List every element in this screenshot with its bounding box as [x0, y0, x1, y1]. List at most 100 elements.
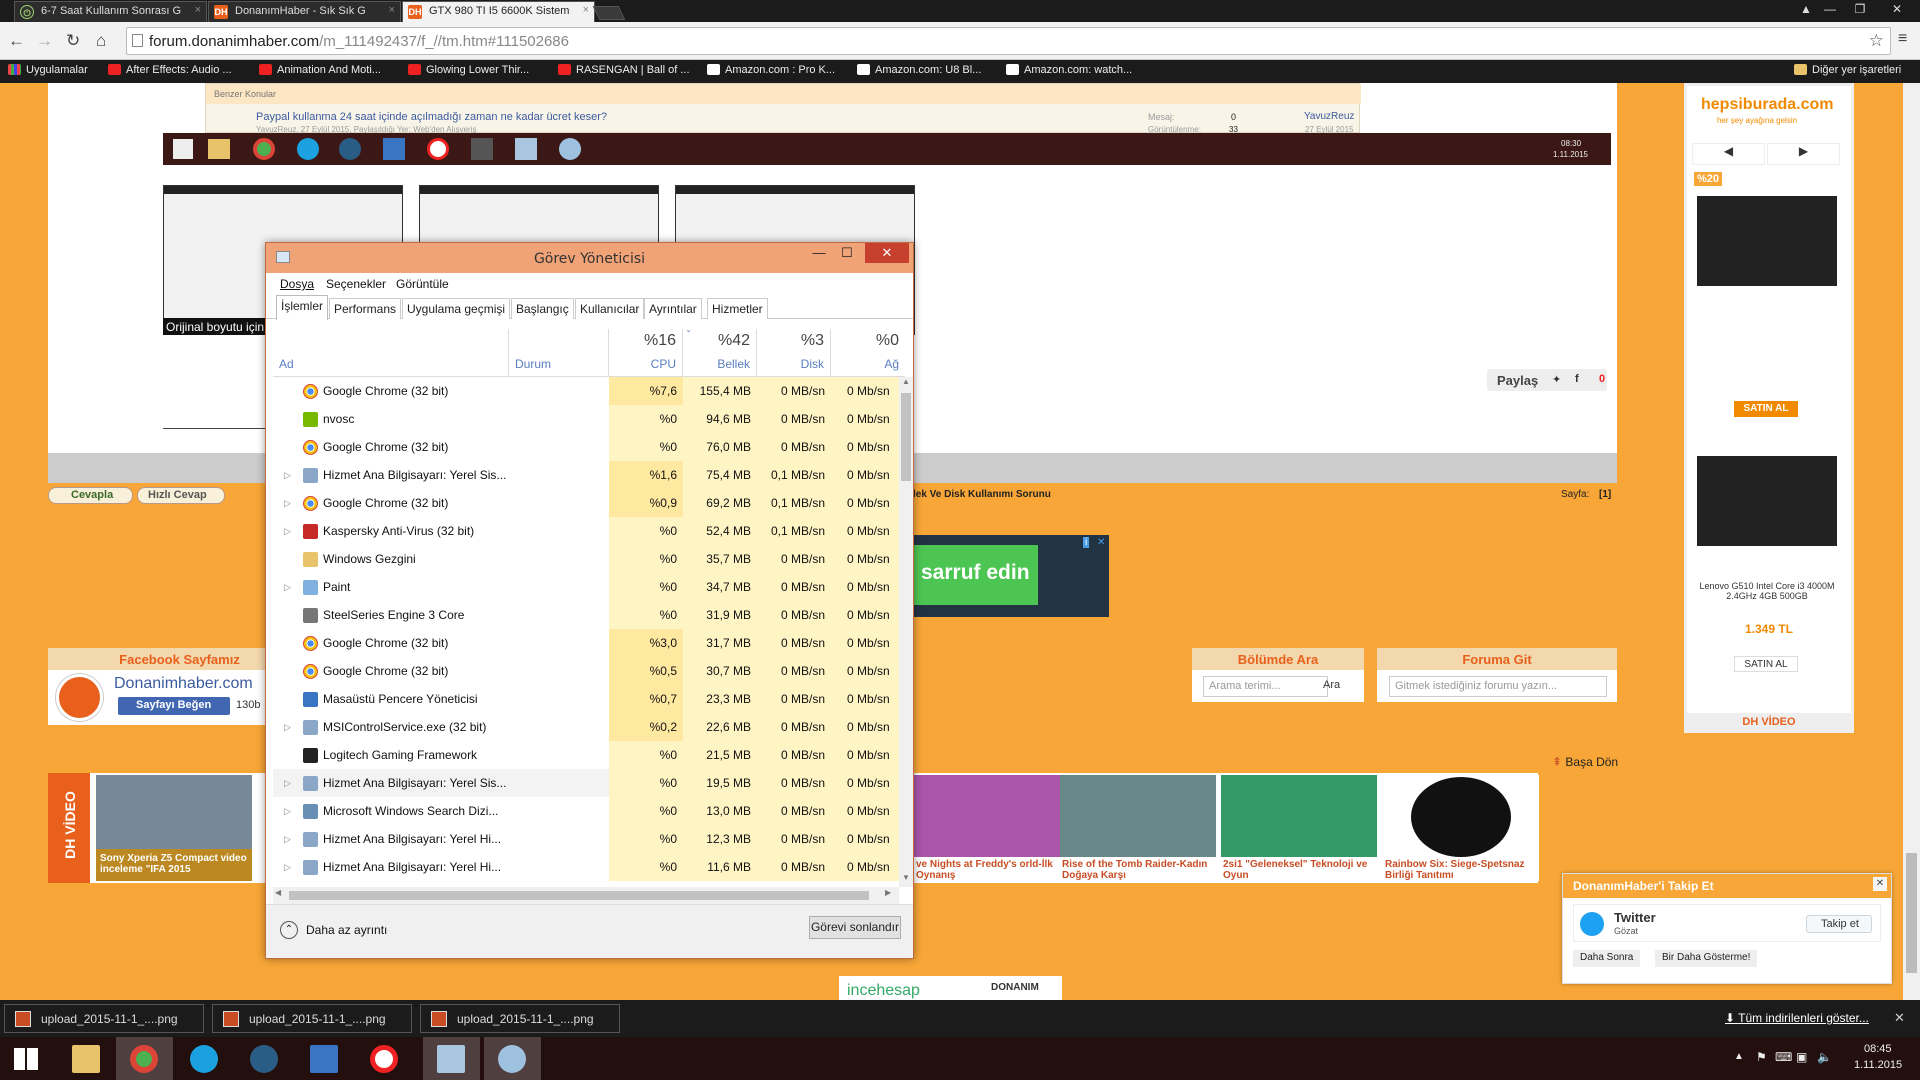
column-network[interactable]: %0 Ağ — [831, 329, 905, 377]
clock-time[interactable]: 08:45 — [1864, 1043, 1892, 1055]
fewer-details-link[interactable]: Daha az ayrıntı — [306, 923, 387, 937]
other-bookmarks[interactable]: Diğer yer işaretleri — [1794, 64, 1901, 76]
horizontal-scrollbar[interactable]: ◀ ▶ — [273, 887, 899, 904]
quick-reply-button[interactable]: Hızlı Cevap — [137, 487, 225, 504]
expand-arrow-icon[interactable]: ▷ — [284, 853, 291, 881]
keyboard-icon[interactable]: ⌨ — [1775, 1050, 1792, 1064]
restore-button[interactable]: ❐ — [1846, 0, 1874, 18]
original-size-caption[interactable]: Orijinal boyutu için — [163, 318, 273, 335]
scrollbar-thumb[interactable] — [1906, 853, 1917, 973]
twitter-bird-icon[interactable]: ✦ — [1552, 373, 1561, 386]
close-icon[interactable]: ✕ — [1873, 877, 1887, 891]
clock-date[interactable]: 1.11.2015 — [1854, 1059, 1902, 1071]
expand-arrow-icon[interactable]: ▷ — [284, 489, 291, 517]
advertisement[interactable]: sarruf edin i ✕ — [913, 535, 1109, 617]
process-row[interactable]: ▷ Hizmet Ana Bilgisayarı: Yerel Sis... %0 1… — [273, 769, 899, 797]
scroll-left-icon[interactable]: ◀ — [275, 888, 281, 897]
scrollbar-thumb[interactable] — [901, 393, 911, 481]
video-card[interactable]: Rise of the Tomb Raider-Kadın Doğaya Kar… — [1060, 775, 1216, 881]
bookmark-item[interactable]: RASENGAN | Ball of ... — [558, 64, 690, 76]
ad-info-icon[interactable]: i — [1083, 537, 1090, 548]
scroll-right-icon[interactable]: ▶ — [885, 888, 891, 897]
process-row[interactable]: Logitech Gaming Framework %0 21,5 MB 0 MB/s… — [273, 741, 899, 769]
expand-arrow-icon[interactable]: ▷ — [284, 769, 291, 797]
process-row[interactable]: Windows Gezgini %0 35,7 MB 0 MB/sn 0 Mb/sn — [273, 545, 899, 573]
chevron-up-icon[interactable]: ⌃ — [280, 921, 298, 939]
ad-close-icon[interactable]: ✕ — [1097, 537, 1105, 548]
tab-app-history[interactable]: Uygulama geçmişi — [402, 298, 511, 319]
download-item[interactable]: upload_2015-11-1_....png — [212, 1004, 412, 1033]
bookmark-item[interactable]: Animation And Moti... — [259, 64, 381, 76]
process-row[interactable]: ▷ Microsoft Windows Search Dizi... %0 13,0 … — [273, 797, 899, 825]
bookmark-apps[interactable]: Uygulamalar — [8, 64, 88, 76]
ad-cta[interactable]: sarruf edin — [913, 545, 1038, 605]
forward-button[interactable]: → — [36, 31, 53, 51]
facebook-site-name[interactable]: Donanimhaber.com — [114, 675, 253, 693]
process-row[interactable]: ▷ Google Chrome (32 bit) %0,9 69,2 MB 0,1 MB… — [273, 489, 899, 517]
carousel-next-button[interactable]: ▶ — [1767, 143, 1840, 165]
process-row[interactable]: Masaüstü Pencere Yöneticisi %0,7 23,3 MB 0 … — [273, 685, 899, 713]
never-show-button[interactable]: Bir Daha Gösterme! — [1655, 950, 1758, 967]
taskbar-explorer[interactable] — [58, 1037, 115, 1080]
topic-link[interactable]: Paypal kullanma 24 saat içinde açılmadığ… — [256, 111, 607, 123]
close-tab-icon[interactable]: × — [195, 4, 201, 16]
bookmark-item[interactable]: After Effects: Audio ... — [108, 64, 232, 76]
browser-tab-2[interactable]: DH DonanımHaber - Sık Sık G × — [208, 1, 401, 22]
process-row[interactable]: Google Chrome (32 bit) %0 76,0 MB 0 MB/sn 0 … — [273, 433, 899, 461]
twitter-follow-button[interactable]: Takip et — [1806, 915, 1872, 933]
bottom-banner[interactable]: incehesap DONANIM — [839, 976, 1062, 1000]
expand-arrow-icon[interactable]: ▷ — [284, 825, 291, 853]
facebook-f-icon[interactable]: f — [1575, 373, 1579, 385]
show-all-downloads-link[interactable]: ⬇ Tüm indirilenleri göster... — [1725, 1011, 1869, 1025]
process-row[interactable]: SteelSeries Engine 3 Core %0 31,9 MB 0 MB/s… — [273, 601, 899, 629]
carousel-prev-button[interactable]: ◀ — [1692, 143, 1765, 165]
video-card[interactable]: Sony Xperia Z5 Compact video inceleme "I… — [96, 775, 252, 881]
browser-tab-3[interactable]: DH GTX 980 TI I5 6600K Sistem × — [402, 1, 595, 22]
taskbar-steam[interactable] — [236, 1037, 293, 1080]
process-row[interactable]: ▷ MSIControlService.exe (32 bit) %0,2 22,6 … — [273, 713, 899, 741]
process-row[interactable]: ▷ Hizmet Ana Bilgisayarı: Yerel Hi... %0 12… — [273, 825, 899, 853]
process-row[interactable]: ▷ Paint %0 34,7 MB 0 MB/sn 0 Mb/sn — [273, 573, 899, 601]
expand-arrow-icon[interactable]: ▷ — [284, 461, 291, 489]
tab-performance[interactable]: Performans — [329, 298, 402, 319]
close-tab-icon[interactable]: × — [389, 4, 395, 16]
tab-startup[interactable]: Başlangıç — [511, 298, 574, 319]
column-status[interactable]: Durum — [509, 329, 609, 377]
menu-view[interactable]: Görüntüle — [396, 277, 449, 291]
column-disk[interactable]: %3 Disk — [757, 329, 831, 377]
maximize-button[interactable]: ☐ — [833, 243, 861, 263]
tab-details[interactable]: Ayrıntılar — [644, 298, 702, 319]
forum-goto-input[interactable]: Gitmek istediğiniz forumu yazın... — [1389, 676, 1607, 697]
search-input[interactable]: Arama terimi... — [1203, 676, 1328, 697]
expand-arrow-icon[interactable]: ▷ — [284, 713, 291, 741]
scroll-down-icon[interactable]: ▼ — [899, 873, 913, 887]
bookmark-item[interactable]: Amazon.com : Pro K... — [707, 64, 835, 76]
column-name[interactable]: Ad — [273, 329, 509, 377]
reload-button[interactable]: ↻ — [66, 31, 80, 51]
taskbar-paint[interactable] — [484, 1037, 541, 1080]
facebook-like-button[interactable]: Sayfayı Beğen — [118, 697, 230, 715]
menu-options[interactable]: Seçenekler — [326, 277, 386, 291]
back-to-top-link[interactable]: ⇞ Başa Dön — [1552, 755, 1618, 769]
menu-file[interactable]: Dosya — [280, 277, 314, 291]
download-item[interactable]: upload_2015-11-1_....png — [420, 1004, 620, 1033]
tab-users[interactable]: Kullanıcılar — [575, 298, 645, 319]
expand-arrow-icon[interactable]: ▷ — [284, 517, 291, 545]
tab-services[interactable]: Hizmetler — [707, 298, 768, 319]
download-item[interactable]: upload_2015-11-1_....png — [4, 1004, 204, 1033]
start-button[interactable] — [0, 1037, 57, 1080]
close-icon[interactable]: ✕ — [1894, 1010, 1905, 1026]
browser-tab-1[interactable]: ⏻ 6-7 Saat Kullanım Sonrası G × — [14, 1, 207, 22]
close-tab-icon[interactable]: × — [583, 4, 589, 16]
expand-arrow-icon[interactable]: ▷ — [284, 573, 291, 601]
video-card[interactable]: ve Nights at Freddy's orld-İlk Oynanış — [914, 775, 1070, 881]
search-button[interactable]: Ara — [1321, 676, 1347, 697]
column-cpu[interactable]: %16 CPU ⌄ — [609, 325, 692, 377]
chrome-menu-icon[interactable]: ≡ — [1898, 30, 1907, 48]
tray-overflow-icon[interactable]: ▲ — [1734, 1051, 1744, 1062]
process-row[interactable]: Google Chrome (32 bit) %3,0 31,7 MB 0 MB/sn… — [273, 629, 899, 657]
scrollbar-thumb[interactable] — [289, 891, 869, 900]
minimize-button[interactable]: — — [1816, 0, 1844, 18]
close-button[interactable]: ✕ — [865, 243, 909, 263]
end-task-button[interactable]: Görevi sonlandır — [809, 916, 901, 939]
